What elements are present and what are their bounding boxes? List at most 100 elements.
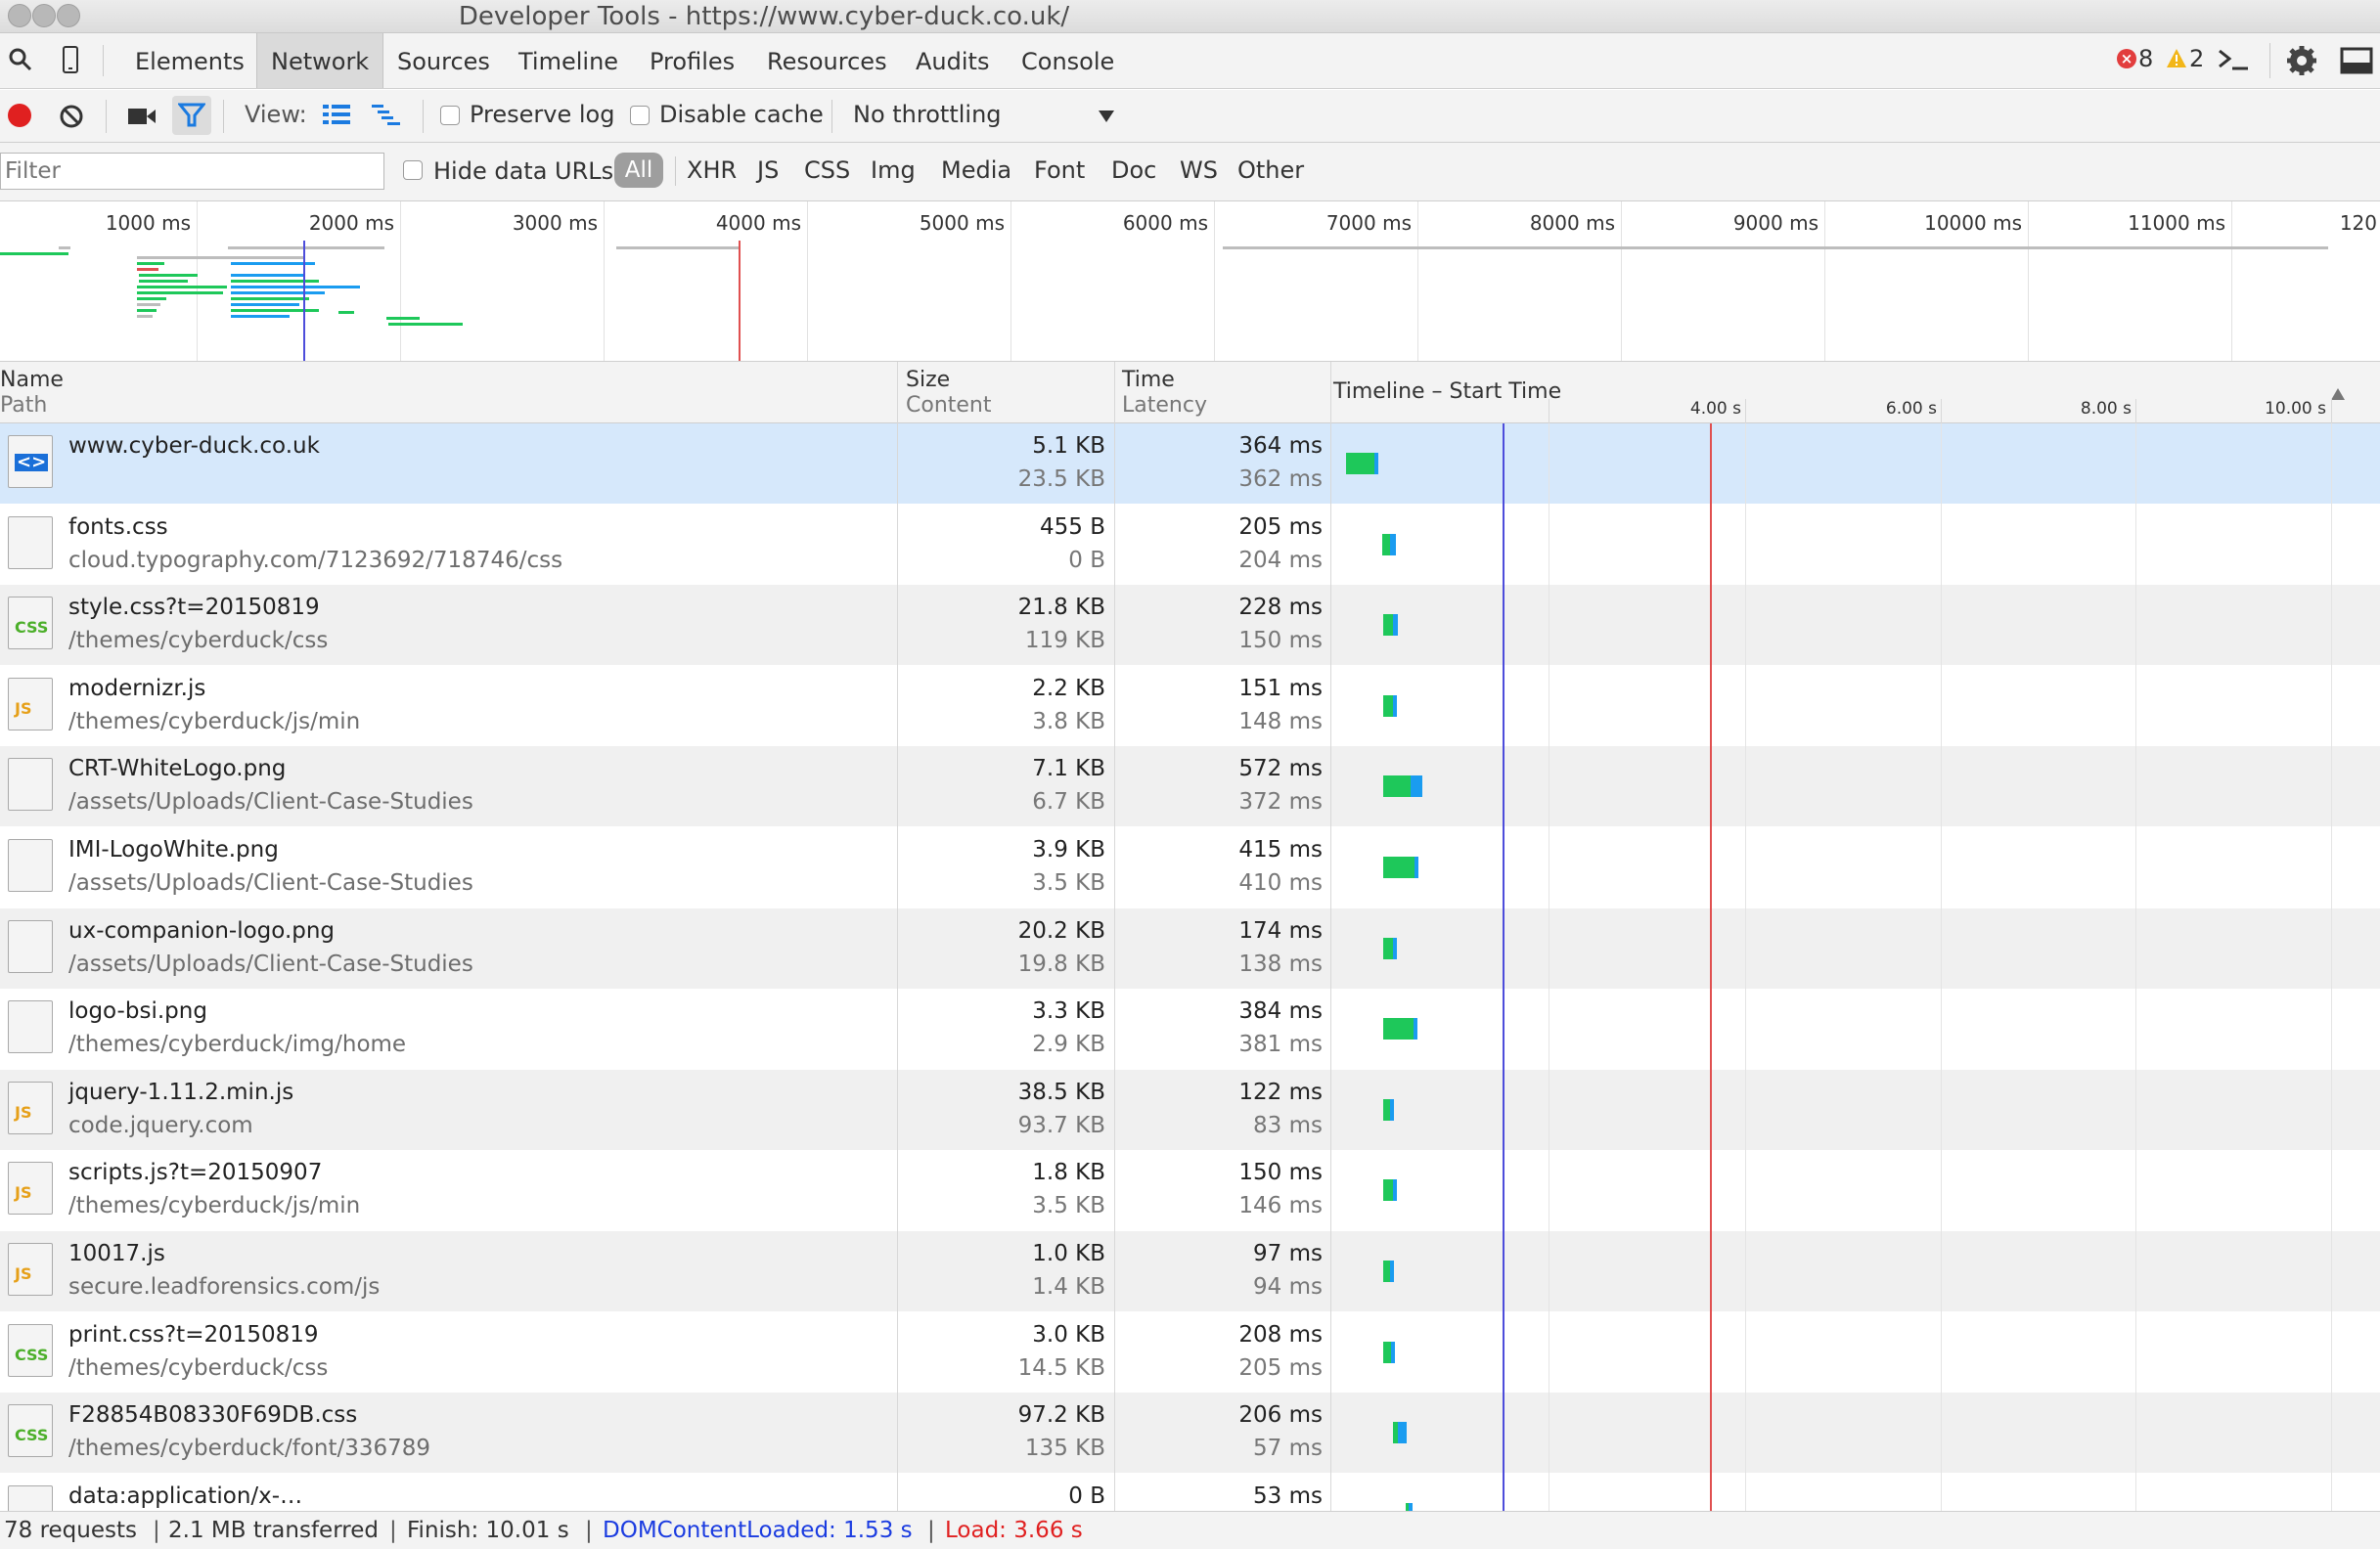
request-row[interactable]: logo-bsi.png/themes/cyberduck/img/home 3.…: [0, 989, 2380, 1071]
timeline-gridline: [2331, 1150, 2332, 1232]
request-row[interactable]: CSS style.css?t=20150819/themes/cyberduck…: [0, 585, 2380, 667]
request-row[interactable]: CRT-WhiteLogo.png/assets/Uploads/Client-…: [0, 746, 2380, 828]
request-row[interactable]: fonts.css cloud.typography.com/7123692/71…: [0, 504, 2380, 586]
filter-type-font[interactable]: Font: [1034, 156, 1085, 184]
overview-toggle-icon[interactable]: [372, 104, 401, 127]
timeline-gridline: [2331, 1069, 2332, 1151]
tab-sources[interactable]: Sources: [383, 33, 504, 88]
filter-type-js[interactable]: JS: [757, 156, 779, 184]
error-icon[interactable]: ×: [2117, 49, 2136, 68]
overview-bar: [137, 309, 157, 312]
warning-icon[interactable]: [2166, 48, 2187, 69]
request-name: 10017.js: [68, 1241, 165, 1266]
filter-type-all[interactable]: All: [614, 153, 663, 188]
timeline-gridline: [2135, 1393, 2136, 1475]
size-column-header[interactable]: Size: [906, 368, 950, 392]
timeline-gridline: [2331, 504, 2332, 586]
request-row[interactable]: <> www.cyber-duck.co.uk 5.1 KB 23.5 KB 364 m…: [0, 423, 2380, 505]
receiving-bar: [1393, 614, 1398, 637]
time-column-header[interactable]: Time: [1122, 368, 1175, 392]
request-row[interactable]: CSS F28854B08330F69DB.css/themes/cyberduc…: [0, 1393, 2380, 1475]
request-time: 572 ms: [1238, 756, 1323, 782]
request-name: print.css?t=20150819: [68, 1321, 319, 1348]
console-drawer-icon[interactable]: [2217, 47, 2250, 72]
network-overview[interactable]: 1000 ms 2000 ms 3000 ms 4000 ms 5000 ms …: [0, 201, 2380, 362]
request-path: code.jquery.com: [68, 1112, 253, 1138]
tab-network[interactable]: Network: [256, 33, 384, 88]
column-divider[interactable]: [1330, 362, 1331, 423]
filter-type-css[interactable]: CSS: [804, 156, 850, 184]
tab-resources[interactable]: Resources: [753, 33, 901, 88]
filter-bar: Hide data URLs All XHR JS CSS Img Media …: [0, 143, 2380, 201]
large-rows-icon[interactable]: [323, 104, 350, 125]
filter-type-doc[interactable]: Doc: [1111, 156, 1156, 184]
request-row[interactable]: CSS print.css?t=20150819/themes/cyberduck…: [0, 1311, 2380, 1394]
video-camera-icon[interactable]: [127, 106, 157, 127]
request-list[interactable]: <> www.cyber-duck.co.uk 5.1 KB 23.5 KB 364 m…: [0, 423, 2380, 1511]
overview-gridline: [400, 201, 401, 361]
receiving-bar: [1391, 1341, 1396, 1363]
tab-audits[interactable]: Audits: [902, 33, 1003, 88]
timeline-gridline: [2135, 1231, 2136, 1312]
request-row[interactable]: data:application/x-… 0 B 53 ms: [0, 1473, 2380, 1511]
device-mode-icon[interactable]: [62, 45, 79, 74]
image-file-icon: [8, 758, 53, 812]
warning-count[interactable]: 2: [2189, 45, 2204, 72]
timeline-gridline: [1941, 399, 1942, 423]
sort-ascending-icon[interactable]: [2330, 387, 2346, 401]
request-name: style.css?t=20150819: [68, 595, 320, 621]
filter-input[interactable]: [0, 153, 384, 190]
tab-console[interactable]: Console: [1008, 33, 1128, 88]
request-row[interactable]: JS modernizr.js/themes/cyberduck/js/min 2.…: [0, 665, 2380, 747]
request-row[interactable]: JS scripts.js?t=20150907/themes/cyberduck…: [0, 1150, 2380, 1232]
load-line: [1710, 423, 1712, 1511]
dock-side-icon[interactable]: [2340, 47, 2373, 74]
latency-column-header[interactable]: Latency: [1122, 393, 1207, 418]
tab-profiles[interactable]: Profiles: [636, 33, 748, 88]
path-column-header[interactable]: Path: [0, 393, 47, 418]
summary-separator: |: [927, 1518, 935, 1543]
column-divider: [1114, 827, 1115, 908]
request-content-size: 3.5 KB: [1032, 1193, 1105, 1219]
column-divider[interactable]: [897, 362, 898, 423]
name-column-header[interactable]: Name: [0, 368, 64, 392]
hide-data-urls-checkbox[interactable]: [403, 160, 423, 180]
request-time: 150 ms: [1238, 1160, 1323, 1186]
overview-tick-label: 9000 ms: [1732, 211, 1819, 235]
disable-cache-label: Disable cache: [659, 101, 824, 128]
tab-timeline[interactable]: Timeline: [505, 33, 632, 88]
timeline-column-header[interactable]: Timeline – Start Time: [1333, 379, 1561, 404]
content-column-header[interactable]: Content: [906, 393, 992, 418]
filter-type-other[interactable]: Other: [1237, 156, 1304, 184]
tab-elements[interactable]: Elements: [121, 33, 258, 88]
filter-type-img[interactable]: Img: [871, 156, 916, 184]
filter-type-ws[interactable]: WS: [1180, 156, 1218, 184]
request-content-size: 3.8 KB: [1032, 708, 1105, 734]
disable-cache-checkbox[interactable]: [630, 106, 650, 125]
request-name: F28854B08330F69DB.css: [68, 1402, 358, 1429]
clear-icon[interactable]: [59, 104, 84, 129]
request-row[interactable]: JS jquery-1.11.2.min.js code.jquery.com 38.…: [0, 1069, 2380, 1151]
overview-bar: [137, 286, 227, 288]
column-divider[interactable]: [1114, 362, 1115, 423]
record-icon[interactable]: [8, 104, 31, 127]
request-path: secure.leadforensics.com/js: [68, 1274, 381, 1300]
timeline-gridline: [1941, 1069, 1942, 1151]
image-file-icon: [8, 839, 53, 892]
receiving-bar: [1393, 694, 1397, 717]
request-row[interactable]: IMI-LogoWhite.png/assets/Uploads/Client-…: [0, 827, 2380, 908]
overview-tick-label: 11000 ms: [2128, 211, 2225, 235]
column-divider: [897, 1473, 898, 1511]
throttling-select[interactable]: No throttling: [841, 94, 1125, 137]
gear-icon[interactable]: [2286, 45, 2317, 76]
overview-gridline: [2028, 201, 2029, 361]
preserve-log-checkbox[interactable]: [440, 106, 460, 125]
filter-type-xhr[interactable]: XHR: [687, 156, 737, 184]
request-row[interactable]: ux-companion-logo.png/assets/Uploads/Cli…: [0, 907, 2380, 990]
request-row[interactable]: JS 10017.js secure.leadforensics.com/js 1.0…: [0, 1231, 2380, 1312]
request-time: 228 ms: [1238, 595, 1323, 621]
search-icon[interactable]: [8, 47, 33, 72]
filter-icon[interactable]: [178, 102, 205, 129]
error-count[interactable]: 8: [2138, 45, 2153, 72]
filter-type-media[interactable]: Media: [941, 156, 1011, 184]
